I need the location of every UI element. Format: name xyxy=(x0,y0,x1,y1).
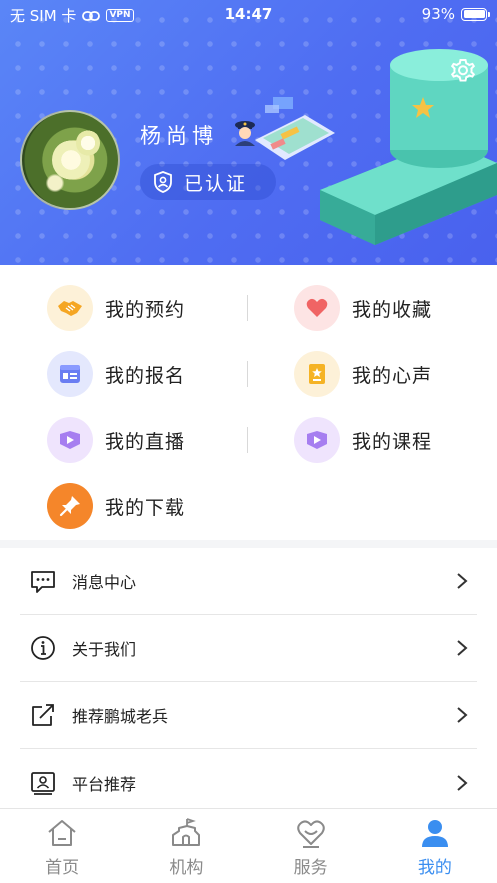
settings-list: 消息中心 关于我们 推荐鹏城老兵 平台推荐 xyxy=(0,548,497,808)
menu-my-favorites[interactable]: 我的收藏 xyxy=(294,284,432,332)
divider xyxy=(247,295,248,321)
menu-label: 我的收藏 xyxy=(352,298,433,321)
battery-percent: 93% xyxy=(421,5,455,23)
battery-icon xyxy=(461,7,490,21)
menu-label: 我的心声 xyxy=(352,364,433,387)
tab-institution[interactable]: 机构 xyxy=(124,809,248,883)
settings-gear-icon[interactable] xyxy=(448,55,478,85)
service-heart-icon xyxy=(296,820,325,848)
share-icon xyxy=(32,704,54,726)
note-star-icon xyxy=(294,351,340,397)
list-item-platform-recommend[interactable]: 平台推荐 xyxy=(20,749,477,816)
live-play-icon xyxy=(47,417,93,463)
institution-icon xyxy=(172,818,201,846)
row-label: 平台推荐 xyxy=(72,774,137,794)
my-menu-grid: 我的预约 我的收藏 我的报名 我的心声 我的直播 我的课程 我的下载 xyxy=(0,265,497,540)
certified-badge: 已认证 xyxy=(140,164,276,200)
contact-card-icon xyxy=(31,771,55,795)
tab-label: 首页 xyxy=(45,858,80,878)
avatar[interactable] xyxy=(20,110,120,210)
tab-label: 服务 xyxy=(293,858,328,878)
form-card-icon xyxy=(47,351,93,397)
divider xyxy=(247,361,248,387)
status-bar: 无 SIM 卡 VPN 14:47 93% xyxy=(0,0,497,28)
info-icon xyxy=(31,636,55,660)
tab-home[interactable]: 首页 xyxy=(0,809,124,883)
row-label: 推荐鹏城老兵 xyxy=(72,707,169,726)
tab-label: 机构 xyxy=(169,858,204,878)
menu-my-appointments[interactable]: 我的预约 xyxy=(47,284,185,332)
chevron-right-icon xyxy=(457,774,468,791)
course-play-icon xyxy=(294,417,340,463)
list-item-message-center[interactable]: 消息中心 xyxy=(20,548,477,615)
officer-icon xyxy=(235,121,255,146)
menu-my-live[interactable]: 我的直播 xyxy=(47,416,185,464)
menu-my-registrations[interactable]: 我的报名 xyxy=(47,350,185,398)
chevron-right-icon xyxy=(457,573,468,589)
menu-label: 我的课程 xyxy=(352,430,433,453)
bottom-tab-bar: 首页 机构 服务 我的 xyxy=(0,808,497,883)
shield-user-icon xyxy=(154,171,172,193)
tab-mine[interactable]: 我的 xyxy=(373,809,497,883)
heart-icon xyxy=(294,285,340,331)
profile-header: 无 SIM 卡 VPN 14:47 93% 杨尚博 已认证 xyxy=(0,0,497,265)
menu-my-courses[interactable]: 我的课程 xyxy=(294,416,432,464)
message-icon xyxy=(31,571,55,593)
list-item-about-us[interactable]: 关于我们 xyxy=(20,615,477,682)
menu-label: 我的报名 xyxy=(105,364,186,387)
menu-label: 我的直播 xyxy=(105,430,186,453)
menu-my-voice[interactable]: 我的心声 xyxy=(294,350,432,398)
pin-icon xyxy=(47,483,93,529)
row-label: 消息中心 xyxy=(72,573,137,592)
tab-label: 我的 xyxy=(417,858,452,878)
row-label: 关于我们 xyxy=(72,640,137,659)
divider xyxy=(247,427,248,453)
certified-label: 已认证 xyxy=(184,172,248,195)
chevron-right-icon xyxy=(457,707,468,723)
handshake-icon xyxy=(47,285,93,331)
list-item-recommend-veterans[interactable]: 推荐鹏城老兵 xyxy=(20,682,477,749)
menu-my-downloads[interactable]: 我的下载 xyxy=(47,482,185,530)
person-icon xyxy=(421,820,448,847)
menu-label: 我的预约 xyxy=(105,298,186,321)
user-name: 杨尚博 xyxy=(140,124,218,148)
menu-label: 我的下载 xyxy=(105,496,186,519)
tab-service[interactable]: 服务 xyxy=(249,809,373,883)
home-icon xyxy=(48,820,76,846)
chevron-right-icon xyxy=(457,640,468,656)
